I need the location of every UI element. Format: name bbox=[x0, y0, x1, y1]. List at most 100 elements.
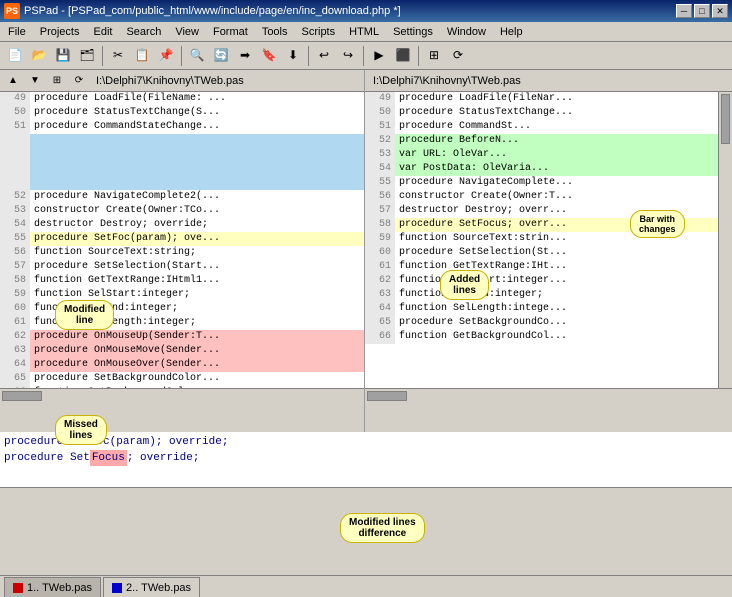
right-pane-header: I:\Delphi7\Knihovny\TWeb.pas bbox=[365, 70, 732, 92]
table-row: 50 procedure StatusTextChange(S... bbox=[0, 106, 364, 120]
table-row: 51 procedure CommandSt... bbox=[365, 120, 732, 134]
close-button[interactable]: ✕ bbox=[712, 4, 728, 18]
run-button[interactable]: ▶ bbox=[368, 45, 390, 67]
table-row: 58 function GetTextRange:IHtml1... bbox=[0, 274, 364, 288]
table-row: 63 procedure OnMouseMove(Sender... bbox=[0, 344, 364, 358]
table-row: 58 procedure SetFocus; overr... bbox=[365, 218, 732, 232]
diff-split: ▲ ▼ ⊞ ⟳ I:\Delphi7\Knihovny\TWeb.pas 49 … bbox=[0, 70, 732, 432]
left-nav-up[interactable]: ▲ bbox=[4, 72, 22, 90]
menu-view[interactable]: View bbox=[169, 24, 205, 40]
window-controls: ─ □ ✕ bbox=[676, 4, 728, 18]
paste-button[interactable]: 📌 bbox=[155, 45, 177, 67]
tab-bar: 1.. TWeb.pas 2.. TWeb.pas bbox=[0, 575, 732, 597]
table-row: 54 var PostData: OleVaria... bbox=[365, 162, 732, 176]
table-row: 49 procedure LoadFile(FileNar... bbox=[365, 92, 732, 106]
table-row: 57 destructor Destroy; overr... bbox=[365, 204, 732, 218]
left-code-area[interactable]: 49 procedure LoadFile(FileName: ... 50 p… bbox=[0, 92, 364, 388]
diff-button[interactable]: ⊞ bbox=[423, 45, 445, 67]
separator-5 bbox=[418, 46, 419, 66]
right-scrollbar-thumb[interactable] bbox=[367, 391, 407, 401]
right-scrollbar-h[interactable] bbox=[365, 388, 732, 402]
table-row: 53 constructor Create(Owner:TCo... bbox=[0, 204, 364, 218]
menu-search[interactable]: Search bbox=[120, 24, 167, 40]
save-all-button[interactable]: 🗂 bbox=[76, 45, 98, 67]
table-row: 64 function SelLength:intege... bbox=[365, 302, 732, 316]
maximize-button[interactable]: □ bbox=[694, 4, 710, 18]
tab-2-label: 2.. TWeb.pas bbox=[126, 582, 191, 594]
table-row: 55 procedure SetFoc(param); ove... bbox=[0, 232, 364, 246]
separator-1 bbox=[102, 46, 103, 66]
title-bar: PS PSPad - [PSPad_com/public_html/www/in… bbox=[0, 0, 732, 22]
table-row: 57 procedure SetSelection(Start... bbox=[0, 260, 364, 274]
replace-button[interactable]: 🔄 bbox=[210, 45, 232, 67]
copy-button[interactable]: 📋 bbox=[131, 45, 153, 67]
separator-2 bbox=[181, 46, 182, 66]
app-icon: PS bbox=[4, 3, 20, 19]
open-button[interactable]: 📂 bbox=[28, 45, 50, 67]
table-row: 62 function SelStart:integer... bbox=[365, 274, 732, 288]
bottom-code-prefix: procedure Set bbox=[4, 450, 90, 466]
tab-1[interactable]: 1.. TWeb.pas bbox=[4, 577, 101, 597]
save-button[interactable]: 💾 bbox=[52, 45, 74, 67]
menu-projects[interactable]: Projects bbox=[34, 24, 86, 40]
left-grid-btn[interactable]: ⊞ bbox=[48, 72, 66, 90]
tab-1-icon bbox=[13, 583, 23, 593]
table-row bbox=[0, 162, 364, 176]
table-row: 59 function SourceText:strin... bbox=[365, 232, 732, 246]
menu-tools[interactable]: Tools bbox=[256, 24, 294, 40]
table-row: 54 destructor Destroy; override; bbox=[0, 218, 364, 232]
table-row: 60 procedure SetSelection(St... bbox=[365, 246, 732, 260]
menu-format[interactable]: Format bbox=[207, 24, 254, 40]
sync-button[interactable]: ⟳ bbox=[447, 45, 469, 67]
left-nav-down[interactable]: ▼ bbox=[26, 72, 44, 90]
cut-button[interactable]: ✂ bbox=[107, 45, 129, 67]
table-row: 55 procedure NavigateComplete... bbox=[365, 176, 732, 190]
left-scrollbar-thumb[interactable] bbox=[2, 391, 42, 401]
table-row bbox=[0, 176, 364, 190]
table-row: 65 procedure SetBackgroundCo... bbox=[365, 316, 732, 330]
bookmark-next-button[interactable]: ⬇ bbox=[282, 45, 304, 67]
menu-help[interactable]: Help bbox=[494, 24, 529, 40]
bottom-code-line1: procedure SetFoc(param); override; bbox=[4, 434, 228, 450]
right-code-area[interactable]: 49 procedure LoadFile(FileNar... 50 proc… bbox=[365, 92, 732, 388]
menu-scripts[interactable]: Scripts bbox=[296, 24, 342, 40]
menu-edit[interactable]: Edit bbox=[87, 24, 118, 40]
table-row: 56 function SourceText:string; bbox=[0, 246, 364, 260]
table-row: 51 procedure CommandStateChange... bbox=[0, 120, 364, 134]
tab-2[interactable]: 2.. TWeb.pas bbox=[103, 577, 200, 597]
bottom-code-highlight: Focus bbox=[90, 450, 127, 466]
bookmark-button[interactable]: 🔖 bbox=[258, 45, 280, 67]
menu-bar: File Projects Edit Search View Format To… bbox=[0, 22, 732, 42]
menu-file[interactable]: File bbox=[2, 24, 32, 40]
right-pane: I:\Delphi7\Knihovny\TWeb.pas 49 procedur… bbox=[365, 70, 732, 432]
table-row: 65 procedure SetBackgroundColor... bbox=[0, 372, 364, 386]
undo-button[interactable]: ↩ bbox=[313, 45, 335, 67]
new-button[interactable]: 📄 bbox=[4, 45, 26, 67]
left-pane-header: ▲ ▼ ⊞ ⟳ I:\Delphi7\Knihovny\TWeb.pas bbox=[0, 70, 364, 92]
search-button[interactable]: 🔍 bbox=[186, 45, 208, 67]
bottom-code-suffix: ; override; bbox=[127, 450, 200, 466]
table-row: 59 function SelStart:integer; bbox=[0, 288, 364, 302]
left-scrollbar-h[interactable] bbox=[0, 388, 364, 402]
right-scrollbar-v[interactable] bbox=[718, 92, 732, 388]
left-path-label: I:\Delphi7\Knihovny\TWeb.pas bbox=[96, 75, 244, 87]
menu-window[interactable]: Window bbox=[441, 24, 492, 40]
redo-button[interactable]: ↪ bbox=[337, 45, 359, 67]
table-row bbox=[0, 134, 364, 148]
right-scrollbar-thumb[interactable] bbox=[721, 94, 730, 144]
bottom-line-2: procedure SetFocus; override; bbox=[4, 450, 728, 466]
minimize-button[interactable]: ─ bbox=[676, 4, 692, 18]
goto-button[interactable]: ➡ bbox=[234, 45, 256, 67]
left-sync-btn[interactable]: ⟳ bbox=[70, 72, 88, 90]
table-row: 61 function SelLength:integer; bbox=[0, 316, 364, 330]
table-row: 60 function SelEnd:integer; bbox=[0, 302, 364, 316]
table-row bbox=[0, 148, 364, 162]
table-row: 52 procedure NavigateComplete2(... bbox=[0, 190, 364, 204]
table-row: 66 function GetBackgroundColor:... bbox=[0, 386, 364, 388]
table-row: 64 procedure OnMouseOver(Sender... bbox=[0, 358, 364, 372]
window-title: PSPad - [PSPad_com/public_html/www/inclu… bbox=[24, 5, 401, 17]
menu-html[interactable]: HTML bbox=[343, 24, 385, 40]
menu-settings[interactable]: Settings bbox=[387, 24, 439, 40]
stop-button[interactable]: ⬛ bbox=[392, 45, 414, 67]
table-row: 50 procedure StatusTextChange... bbox=[365, 106, 732, 120]
